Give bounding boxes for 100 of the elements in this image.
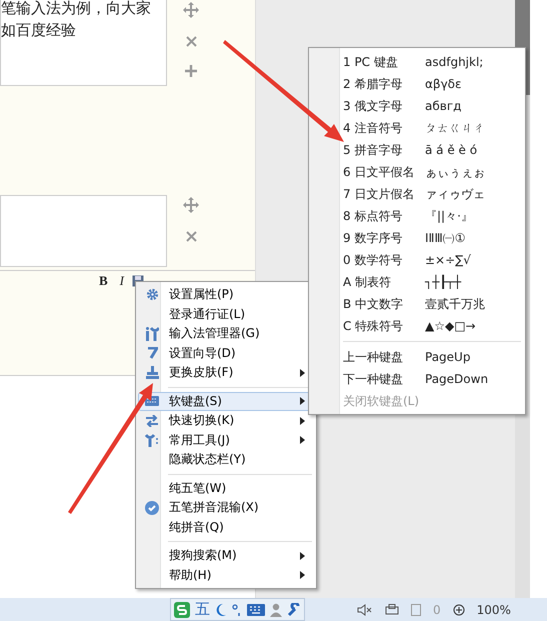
sample-characters: ▲☆◆□→ bbox=[425, 319, 476, 333]
keyboard-name: 9 数字序号 bbox=[343, 230, 404, 246]
sample-characters: αβγδε bbox=[425, 77, 462, 91]
keyboard-name: 2 希腊字母 bbox=[343, 76, 404, 92]
keyboard-name: 6 日文平假名 bbox=[343, 164, 416, 180]
keyboard-option[interactable]: B 中文数字 壹贰千万兆 bbox=[309, 293, 525, 315]
keyboard-option[interactable]: A 制表符 ┐┼┠┬┼ bbox=[309, 271, 525, 293]
submenu-arrow-icon bbox=[300, 397, 305, 406]
submenu-arrow-icon bbox=[300, 552, 305, 560]
sample-characters: ā á ě è ó bbox=[425, 143, 478, 157]
submenu-arrow-icon bbox=[300, 571, 305, 580]
zoom-in-icon[interactable] bbox=[452, 604, 465, 616]
menu-item[interactable]: 常用工具(J) bbox=[138, 430, 314, 450]
keyboard-option[interactable]: 1 PC 键盘 asdfghjkl; bbox=[309, 51, 525, 73]
menu-item[interactable]: 快速切换(K) bbox=[138, 411, 314, 430]
menu-label: 帮助(H) bbox=[168, 566, 212, 584]
menu-label: 软键盘(S) bbox=[168, 392, 223, 410]
menu-item[interactable]: 纯拼音(Q) bbox=[138, 518, 314, 537]
submenu-arrow-icon bbox=[300, 416, 305, 425]
keyboard-name: A 制表符 bbox=[343, 274, 392, 290]
menu-label: 设置属性(P) bbox=[168, 286, 235, 304]
format-button[interactable]: B bbox=[95, 273, 112, 289]
shortcut-label: PageDown bbox=[425, 372, 488, 386]
sample-characters: ±×÷∑√ bbox=[425, 253, 471, 267]
menu-item[interactable]: 帮助(H) bbox=[138, 566, 314, 585]
add-icon[interactable] bbox=[185, 65, 197, 77]
punctuation-icon[interactable] bbox=[232, 602, 242, 616]
menu-label: 常用工具(J) bbox=[168, 432, 231, 449]
close-icon[interactable] bbox=[186, 36, 196, 47]
menu-item[interactable]: 纯五笔(W) bbox=[138, 478, 314, 498]
submenu-arrow-icon bbox=[300, 368, 305, 377]
menu-label: 五笔拼音混输(X) bbox=[168, 499, 260, 516]
input-mode[interactable]: 五 bbox=[195, 600, 210, 619]
menu-label: 输入法管理器(G) bbox=[168, 325, 261, 342]
menu-item[interactable]: 下一种键盘 PageDown bbox=[309, 368, 525, 390]
printer-icon[interactable] bbox=[385, 604, 399, 616]
sample-characters: asdfghjkl; bbox=[425, 55, 484, 69]
keyboard-icon[interactable] bbox=[247, 604, 265, 616]
menu-item[interactable]: 五笔拼音混输(X) bbox=[138, 498, 314, 518]
menu-label: 隐藏状态栏(Y) bbox=[168, 451, 247, 468]
keyboard-option[interactable]: 6 日文平假名 ぁぃぅぇぉ bbox=[309, 161, 525, 183]
keyboard-option[interactable]: 3 俄文字母 абвгд bbox=[309, 95, 525, 117]
gear-icon bbox=[146, 288, 158, 302]
move-icon[interactable] bbox=[183, 197, 199, 213]
zoom-level: 100% bbox=[476, 602, 511, 616]
keyboard-name: 0 数学符号 bbox=[343, 252, 404, 268]
keyboard-option[interactable]: C 特殊符号 ▲☆◆□→ bbox=[309, 315, 525, 337]
moon-icon[interactable] bbox=[215, 602, 227, 616]
menu-item[interactable]: 上一种键盘 PageUp bbox=[309, 346, 525, 368]
keyboard-name: 5 拼音字母 bbox=[343, 142, 404, 158]
brush-icon bbox=[146, 366, 158, 380]
shortcut-label: PageUp bbox=[425, 350, 470, 364]
keyboard-name: 3 俄文字母 bbox=[343, 98, 404, 114]
text-box[interactable] bbox=[0, 195, 167, 267]
menu-label: 下一种键盘 bbox=[343, 370, 404, 388]
keyboard-name: B 中文数字 bbox=[343, 296, 404, 312]
keyboard-name: 7 日文片假名 bbox=[343, 186, 416, 202]
sample-characters: абвгд bbox=[425, 99, 462, 113]
menu-label: 更换皮肤(F) bbox=[168, 364, 234, 382]
keyboard-option[interactable]: 9 数字序号 ⅠⅡⅢ㈠① bbox=[309, 227, 525, 249]
keyboard-option[interactable]: 4 注音符号 ㄆㄊㄍㄐㄔ bbox=[309, 117, 525, 139]
text-line: 笔输入法为例，向大家 bbox=[1, 0, 152, 19]
keyboard-name: 8 标点符号 bbox=[343, 208, 404, 224]
switch-icon bbox=[145, 414, 159, 427]
menu-label: 设置向导(D) bbox=[168, 344, 237, 362]
keyboard-name: 4 注音符号 bbox=[343, 120, 404, 136]
menu-item[interactable]: 隐藏状态栏(Y) bbox=[138, 450, 314, 470]
check-icon bbox=[145, 500, 159, 515]
text-line: 如百度经验 bbox=[1, 20, 77, 41]
mute-icon[interactable] bbox=[357, 604, 373, 616]
sample-characters: ⅠⅡⅢ㈠① bbox=[425, 230, 466, 246]
menu-label: 纯五笔(W) bbox=[168, 480, 228, 497]
menu-label: 上一种键盘 bbox=[343, 348, 404, 366]
submenu-arrow-icon bbox=[300, 436, 305, 444]
sample-characters: 『||々·』 bbox=[425, 208, 473, 224]
menu-label: 快速切换(K) bbox=[168, 412, 236, 430]
format-button[interactable]: I bbox=[116, 273, 128, 289]
keyboard-name: 1 PC 键盘 bbox=[343, 54, 399, 70]
tools-icon bbox=[145, 326, 159, 341]
logo-icon[interactable] bbox=[174, 602, 190, 618]
sample-characters: ㄆㄊㄍㄐㄔ bbox=[425, 120, 485, 136]
keyboard-option[interactable]: 8 标点符号 『||々·』 bbox=[309, 205, 525, 227]
move-icon[interactable] bbox=[183, 2, 199, 18]
keyboard-option[interactable]: 7 日文片假名 ァィゥヴェ bbox=[309, 183, 525, 205]
page-icon[interactable] bbox=[411, 604, 421, 616]
sample-characters: 壹贰千万兆 bbox=[425, 296, 485, 312]
user-icon[interactable] bbox=[270, 602, 282, 616]
close-icon[interactable] bbox=[186, 231, 196, 242]
sample-characters: ァィゥヴェ bbox=[425, 186, 485, 202]
keyboard-option[interactable]: 2 希腊字母 αβγδε bbox=[309, 73, 525, 95]
sample-characters: ぁぃぅぇぉ bbox=[425, 164, 485, 180]
menu-label: 登录通行证(L) bbox=[168, 306, 246, 323]
sample-characters: ┐┼┠┬┼ bbox=[425, 275, 462, 289]
keyboard-name: C 特殊符号 bbox=[343, 318, 404, 334]
menu-item[interactable]: 搜狗搜索(M) bbox=[138, 546, 314, 566]
text-box[interactable]: 笔输入法为例，向大家 如百度经验 bbox=[0, 0, 167, 86]
keyboard-option[interactable]: 5 拼音字母 ā á ě è ó bbox=[309, 139, 525, 161]
menu-label: 搜狗搜索(M) bbox=[168, 547, 238, 564]
count-label: 0 bbox=[433, 602, 441, 616]
keyboard-option[interactable]: 0 数学符号 ±×÷∑√ bbox=[309, 249, 525, 271]
